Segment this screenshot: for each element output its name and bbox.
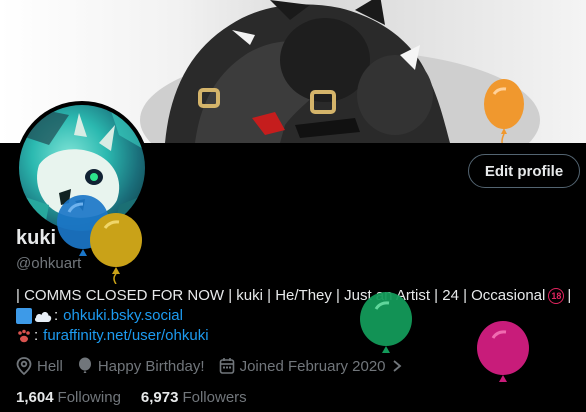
bio-colon: :	[54, 307, 59, 324]
meta-birthday: Happy Birthday!	[77, 357, 205, 375]
bio-line-1: | COMMS CLOSED FOR NOW | kuki | He/They …	[16, 286, 576, 306]
joined-text: Joined February 2020	[239, 357, 386, 375]
edit-profile-button[interactable]: Edit profile	[468, 154, 580, 188]
furaffinity-link[interactable]: furaffinity.net/user/ohkuki	[43, 326, 208, 346]
followers-label: Followers	[182, 389, 247, 406]
cloud-icon	[34, 312, 52, 322]
birthday-text: Happy Birthday!	[97, 357, 205, 375]
meta-joined: Joined February 2020	[219, 357, 403, 375]
location-pin-icon	[16, 357, 32, 375]
bio-colon: :	[34, 327, 39, 344]
bio-separator: |	[567, 287, 572, 304]
location-text: Hell	[37, 357, 63, 375]
calendar-icon	[219, 358, 234, 374]
following-link[interactable]: 1,604 Following	[16, 389, 121, 406]
paw-icon	[18, 329, 30, 343]
following-count: 1,604	[16, 389, 54, 406]
blue-square-icon	[16, 308, 32, 324]
display-name: kuki	[16, 227, 57, 249]
balloon-green	[360, 292, 412, 353]
chevron-right-icon[interactable]	[391, 359, 403, 373]
balloon-magenta	[477, 321, 529, 382]
followers-count: 6,973	[140, 389, 179, 406]
followers-link[interactable]: 6,973 Followers	[141, 389, 247, 406]
follow-stats: 1,604 Following 6,973 Followers	[16, 389, 267, 406]
profile-meta: Hell Happy Birthday! Joined February 202…	[16, 357, 417, 375]
bio-text: | COMMS CLOSED FOR NOW | kuki | He/They …	[16, 287, 546, 304]
balloon-icon	[78, 357, 91, 373]
bsky-link[interactable]: ohkuki.bsky.social	[63, 306, 183, 326]
adult-18-badge-icon: 18	[548, 288, 565, 304]
following-label: Following	[57, 389, 121, 406]
meta-location: Hell	[16, 357, 63, 375]
balloon-gold	[90, 213, 142, 284]
